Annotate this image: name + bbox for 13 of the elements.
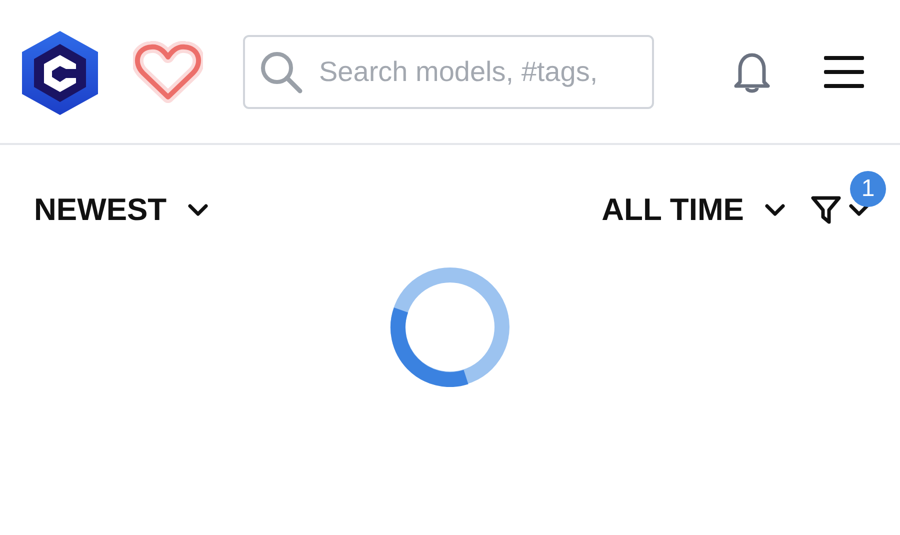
filter-button[interactable] [810, 195, 870, 225]
period-dropdown[interactable]: ALL TIME [602, 192, 786, 228]
chevron-icon [848, 203, 870, 217]
heart-icon[interactable] [133, 40, 203, 102]
menu-icon[interactable] [824, 56, 864, 88]
sort-dropdown[interactable]: NEWEST [34, 192, 209, 228]
filter-icon [810, 195, 842, 225]
notification-badge: 1 [850, 171, 886, 207]
search-field[interactable]: Search models, #tags, [243, 34, 654, 108]
chevron-icon [186, 203, 209, 217]
search-icon [259, 50, 303, 94]
chevron-icon [764, 203, 786, 217]
logo-icon[interactable] [22, 30, 98, 114]
